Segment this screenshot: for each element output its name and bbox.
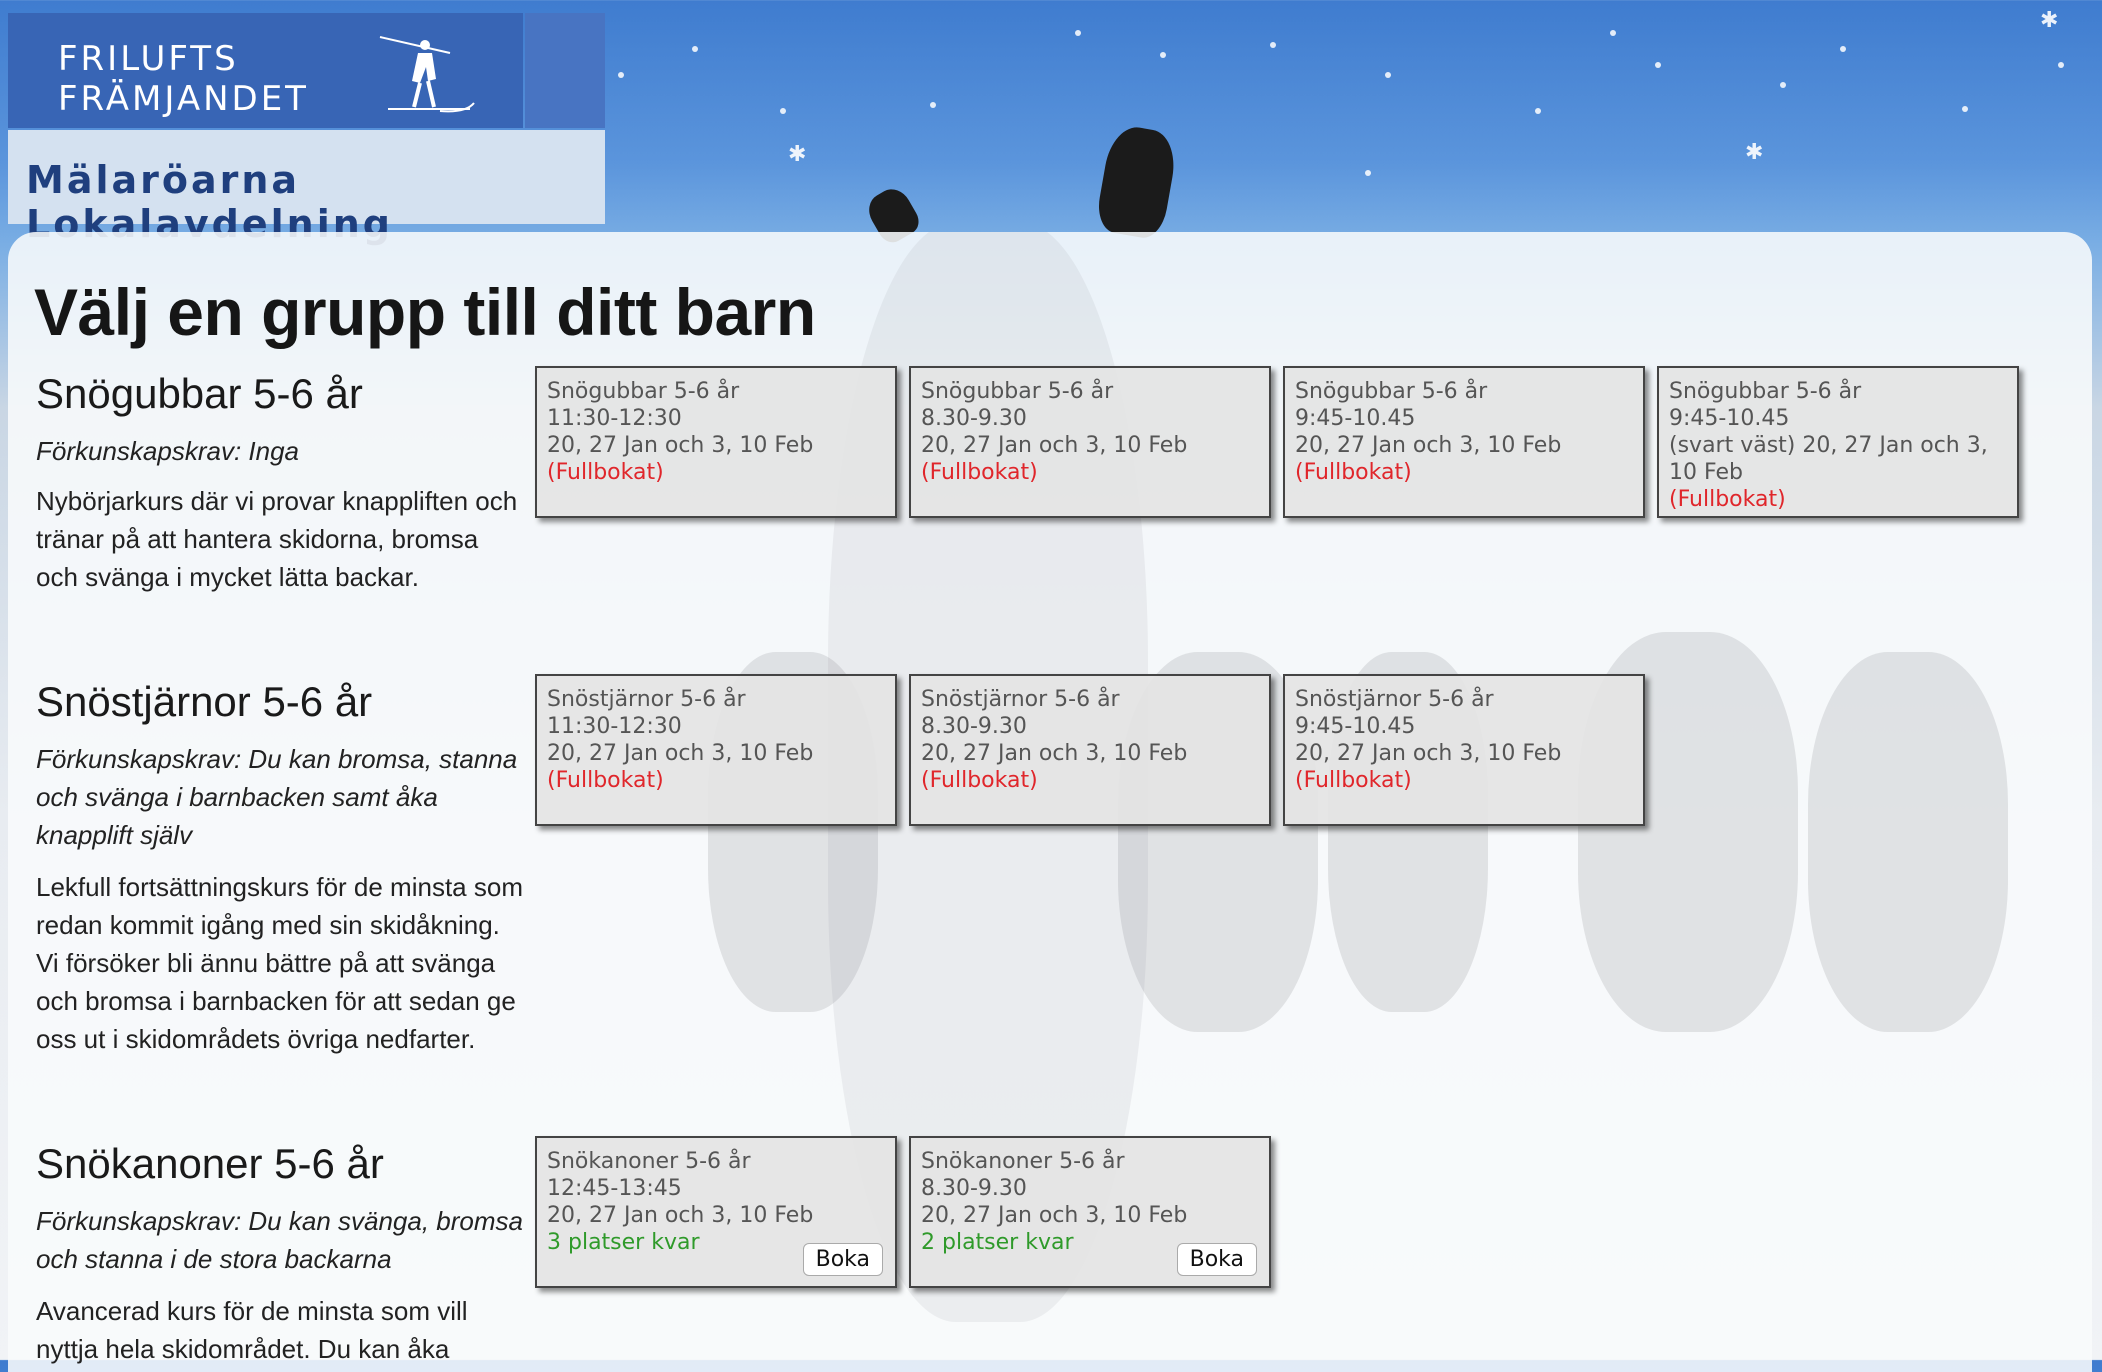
group-card[interactable]: Snökanoner 5-6 år 12:45-13:45 20, 27 Jan… <box>535 1136 897 1288</box>
group-dates: 20, 27 Jan och 3, 10 Feb <box>1295 433 1562 458</box>
skier-icon <box>379 36 475 113</box>
group-status: (Fullbokat) <box>547 768 664 793</box>
course-description: Lekfull fortsättningskurs för de minsta … <box>36 872 523 1054</box>
group-status: (Fullbokat) <box>547 460 664 485</box>
group-card[interactable]: Snögubbar 5-6 år 9:45-10.45 (svart väst)… <box>1657 366 2019 518</box>
group-status: (Fullbokat) <box>921 460 1038 485</box>
group-status: (Fullbokat) <box>921 768 1038 793</box>
group-card[interactable]: Snökanoner 5-6 år 8.30-9.30 20, 27 Jan o… <box>909 1136 1271 1288</box>
book-button[interactable]: Boka <box>1176 1243 1257 1276</box>
group-time: 8.30-9.30 <box>921 1176 1027 1201</box>
group-time: 9:45-10.45 <box>1295 714 1416 739</box>
group-time: 11:30-12:30 <box>547 714 682 739</box>
course-description: Avancerad kurs för de minsta som vill ny… <box>36 1296 468 1364</box>
group-name: Snögubbar 5-6 år <box>1295 379 1488 404</box>
group-name: Snögubbar 5-6 år <box>921 379 1114 404</box>
group-dates: 20, 27 Jan och 3, 10 Feb <box>921 741 1188 766</box>
course-prereq: Förkunskapskrav: Du kan bromsa, stanna o… <box>36 744 518 850</box>
logo-side-block <box>525 13 605 128</box>
logo-text: FRILUFTS FRÄMJANDET <box>58 39 309 119</box>
group-name: Snökanoner 5-6 år <box>921 1149 1125 1174</box>
main-panel: Välj en grupp till ditt barn Snögubbar 5… <box>8 232 2092 1372</box>
book-button[interactable]: Boka <box>802 1243 883 1276</box>
group-time: 8.30-9.30 <box>921 714 1027 739</box>
group-card[interactable]: Snögubbar 5-6 år 11:30-12:30 20, 27 Jan … <box>535 366 897 518</box>
group-name: Snöstjärnor 5-6 år <box>547 687 746 712</box>
group-name: Snögubbar 5-6 år <box>547 379 740 404</box>
group-dates: 20, 27 Jan och 3, 10 Feb <box>547 741 814 766</box>
group-card[interactable]: Snöstjärnor 5-6 år 11:30-12:30 20, 27 Ja… <box>535 674 897 826</box>
group-dates: (svart väst) 20, 27 Jan och 3, 10 Feb <box>1669 433 1988 485</box>
course-title: Snögubbar 5-6 år <box>36 370 363 417</box>
group-name: Snögubbar 5-6 år <box>1669 379 1862 404</box>
course-prereq: Förkunskapskrav: Inga <box>36 436 300 466</box>
group-name: Snökanoner 5-6 år <box>547 1149 751 1174</box>
glove-right-decoration <box>1094 122 1180 242</box>
course-description: Nybörjarkurs där vi provar knappliften o… <box>36 486 518 592</box>
group-time: 9:45-10.45 <box>1295 406 1416 431</box>
local-chapter-banner[interactable]: Mälaröarna Lokalavdelning <box>8 130 605 246</box>
group-card[interactable]: Snögubbar 5-6 år 8.30-9.30 20, 27 Jan oc… <box>909 366 1271 518</box>
logo-line-1: FRILUFTS <box>58 39 239 79</box>
group-time: 11:30-12:30 <box>547 406 682 431</box>
group-card[interactable]: Snöstjärnor 5-6 år 8.30-9.30 20, 27 Jan … <box>909 674 1271 826</box>
group-name: Snöstjärnor 5-6 år <box>1295 687 1494 712</box>
course-title: Snökanoner 5-6 år <box>36 1140 384 1187</box>
group-status: (Fullbokat) <box>1295 460 1412 485</box>
group-name: Snöstjärnor 5-6 år <box>921 687 1120 712</box>
group-time: 8.30-9.30 <box>921 406 1027 431</box>
course-prereq: Förkunskapskrav: Du kan svänga, bromsa o… <box>36 1206 523 1274</box>
group-time: 9:45-10.45 <box>1669 406 1790 431</box>
group-status: (Fullbokat) <box>1669 487 1786 512</box>
group-dates: 20, 27 Jan och 3, 10 Feb <box>547 1203 814 1228</box>
logo-banner[interactable]: FRILUFTS FRÄMJANDET <box>8 13 523 128</box>
group-dates: 20, 27 Jan och 3, 10 Feb <box>547 433 814 458</box>
group-dates: 20, 27 Jan och 3, 10 Feb <box>921 433 1188 458</box>
group-status: (Fullbokat) <box>1295 768 1412 793</box>
group-dates: 20, 27 Jan och 3, 10 Feb <box>1295 741 1562 766</box>
group-time: 12:45-13:45 <box>547 1176 682 1201</box>
logo-line-2: FRÄMJANDET <box>58 79 309 119</box>
group-card[interactable]: Snöstjärnor 5-6 år 9:45-10.45 20, 27 Jan… <box>1283 674 1645 826</box>
group-card[interactable]: Snögubbar 5-6 år 9:45-10.45 20, 27 Jan o… <box>1283 366 1645 518</box>
page-title: Välj en grupp till ditt barn <box>34 275 816 349</box>
course-title: Snöstjärnor 5-6 år <box>36 678 373 725</box>
group-dates: 20, 27 Jan och 3, 10 Feb <box>921 1203 1188 1228</box>
